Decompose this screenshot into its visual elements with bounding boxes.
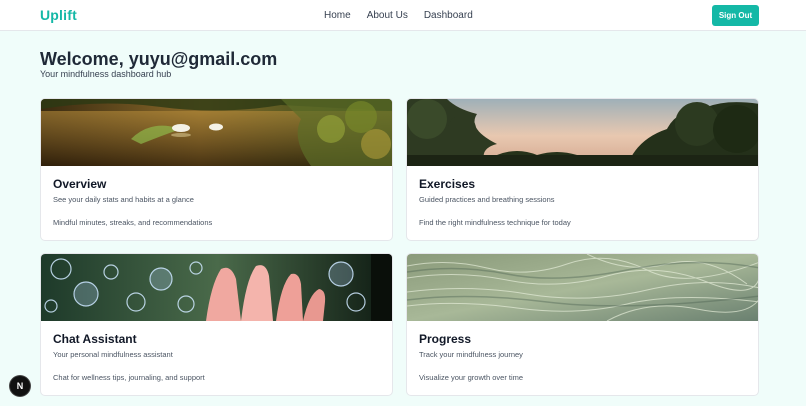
card-description: Chat for wellness tips, journaling, and … xyxy=(53,373,205,382)
card-exercises[interactable]: Exercises Guided practices and breathing… xyxy=(406,98,759,241)
nextjs-badge-letter: N xyxy=(16,381,24,391)
card-description: Visualize your growth over time xyxy=(419,373,524,382)
card-image-trees xyxy=(407,99,758,166)
card-progress[interactable]: Progress Track your mindfulness journey … xyxy=(406,253,759,396)
card-image-water xyxy=(407,254,758,321)
nav-link-about[interactable]: About Us xyxy=(367,10,408,21)
card-title: Exercises xyxy=(419,177,476,191)
card-overview[interactable]: Overview See your daily stats and habits… xyxy=(40,98,393,241)
card-subtitle: See your daily stats and habits at a gla… xyxy=(53,195,194,204)
nav-link-dashboard[interactable]: Dashboard xyxy=(424,10,473,21)
card-subtitle: Guided practices and breathing sessions xyxy=(419,195,555,204)
nav-link-home[interactable]: Home xyxy=(324,10,351,21)
card-subtitle: Track your mindfulness journey xyxy=(419,350,523,359)
card-description: Find the right mindfulness technique for… xyxy=(419,218,571,227)
card-subtitle: Your personal mindfulness assistant xyxy=(53,350,173,359)
sign-out-button[interactable]: Sign Out xyxy=(712,5,759,26)
card-title: Chat Assistant xyxy=(53,332,137,346)
card-title: Progress xyxy=(419,332,472,346)
card-title: Overview xyxy=(53,177,107,191)
card-description: Mindful minutes, streaks, and recommenda… xyxy=(53,218,213,227)
nav-links: Home About Us Dashboard xyxy=(324,10,473,21)
page-title: Welcome, yuyu@gmail.com xyxy=(40,49,278,69)
nextjs-icon[interactable]: N xyxy=(10,376,30,396)
brand-logo[interactable]: Uplift xyxy=(40,7,77,23)
page-subtitle: Your mindfulness dashboard hub xyxy=(40,69,172,79)
card-image-swans xyxy=(41,99,392,166)
top-navbar: Uplift Home About Us Dashboard Sign Out xyxy=(0,0,806,31)
card-image-bubbles xyxy=(41,254,392,321)
card-chat-assistant[interactable]: Chat Assistant Your personal mindfulness… xyxy=(40,253,393,396)
